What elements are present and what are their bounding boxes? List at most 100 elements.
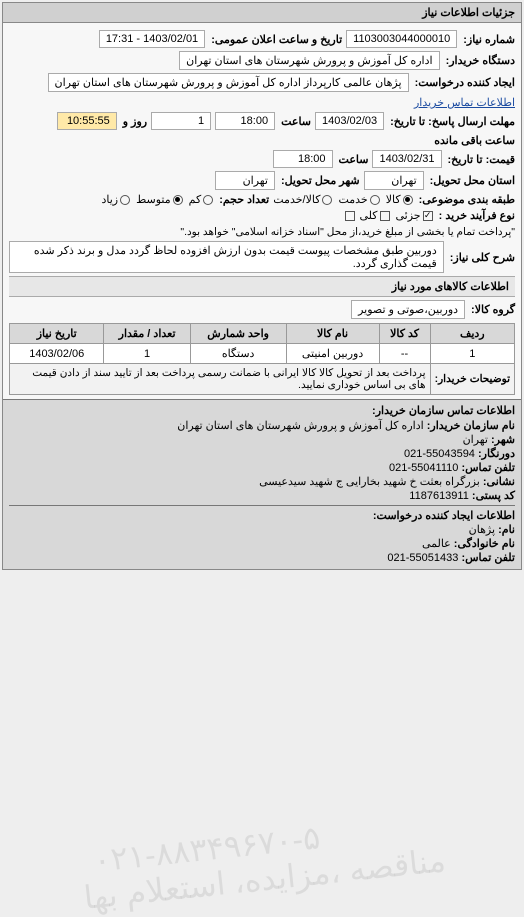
group-value: دوربین،صوتی و تصویر — [351, 300, 465, 319]
contact-phone2-label: تلفن تماس: — [461, 552, 515, 564]
radio-icon — [370, 195, 380, 205]
radio-icon — [322, 195, 332, 205]
watermark-phone: ۰۲۱-۸۸۳۴۹۶۷۰-۵ — [92, 818, 322, 880]
quote-label: قیمت: تا تاریخ: — [448, 153, 515, 166]
quote-time: 18:00 — [273, 150, 333, 168]
buyer-value: اداره کل آموزش و پرورش شهرستان های استان… — [179, 51, 439, 70]
row-requester: ایجاد کننده درخواست: پژهان عالمی کارپردا… — [9, 73, 515, 109]
qty-radio-med[interactable]: متوسط — [136, 193, 183, 206]
quote-date: 1403/02/31 — [372, 150, 441, 168]
contact-addr-value: بزرگراه بعثت خ شهید بخارایی ج شهید سیدعی… — [259, 476, 480, 488]
proc-check-partial[interactable]: جزئی — [396, 209, 433, 222]
qty-opt-a: کم — [189, 193, 202, 206]
proc-opt-full: کلی — [359, 209, 377, 222]
row-quote: قیمت: تا تاریخ: 1403/02/31 ساعت 18:00 — [9, 150, 515, 168]
remaining-time-label: ساعت باقی مانده — [434, 134, 515, 147]
need-title-label: شرح کلی نیاز: — [450, 251, 515, 264]
radio-icon — [173, 195, 183, 205]
remaining-time: 10:55:55 — [57, 112, 117, 130]
table-row: 1 -- دوربین امنیتی دستگاه 1 1403/02/06 — [10, 344, 515, 364]
items-table: ردیف کد کالا نام کالا واحد شمارش تعداد /… — [9, 323, 515, 395]
radio-icon — [203, 195, 213, 205]
contact-org-label: نام سازمان خریدار: — [427, 420, 515, 432]
qty-radio-low[interactable]: کم — [189, 193, 214, 206]
contact-city-label: شهر: — [491, 434, 515, 446]
pack-radio-group: کالا خدمت کالا/خدمت — [273, 193, 412, 206]
contact-link[interactable]: اطلاعات تماس خریدار — [414, 96, 515, 109]
pack-label: طبقه بندی موضوعی: — [419, 193, 515, 206]
checkbox-icon — [423, 211, 433, 221]
td-name: دوربین امنیتی — [286, 344, 379, 364]
requester-label: ایجاد کننده درخواست: — [415, 76, 515, 89]
row-location: استان محل تحویل: تهران شهر محل تحویل: ته… — [9, 171, 515, 190]
radio-icon — [120, 195, 130, 205]
request-no-value: 1103003044000010 — [346, 30, 457, 48]
checkbox-icon — [380, 211, 390, 221]
panel-title: جزئیات اطلاعات نیاز — [3, 3, 521, 23]
proc-check-full[interactable]: کلی — [359, 209, 389, 222]
td-unit: دستگاه — [190, 344, 286, 364]
qty-opt-b: متوسط — [136, 193, 171, 206]
contact-addr-label: نشانی: — [483, 476, 515, 488]
items-header: اطلاعات کالاهای مورد نیاز — [9, 276, 515, 297]
th-idx: ردیف — [430, 324, 514, 344]
contact-header: اطلاعات تماس سازمان خریدار: — [9, 404, 515, 417]
details-panel: جزئیات اطلاعات نیاز شماره نیاز: 11030030… — [2, 2, 522, 570]
announce-label: تاریخ و ساعت اعلان عمومی: — [211, 33, 342, 46]
contact-org-value: اداره کل آموزش و پرورش شهرستان های استان… — [177, 420, 423, 432]
pack-opt-c: کالا/خدمت — [273, 193, 320, 206]
province-value: تهران — [364, 171, 424, 190]
pack-radio-khedmat[interactable]: خدمت — [338, 193, 379, 206]
proc-note-check[interactable] — [345, 211, 355, 221]
notes-label-cell: توضیحات خریدار: — [430, 364, 514, 395]
announce-value: 1403/02/01 - 17:31 — [99, 30, 205, 48]
th-qty: تعداد / مقدار — [104, 324, 190, 344]
contact-post-label: کد پستی: — [472, 490, 515, 502]
watermark-text: مناقصه ،مزایده، استعلام بها — [82, 841, 447, 917]
contact-sub-header: اطلاعات ایجاد کننده درخواست: — [9, 505, 515, 522]
request-no-label: شماره نیاز: — [463, 33, 515, 46]
contact-name-value: پژهان — [469, 524, 495, 536]
group-label: گروه کالا: — [471, 303, 515, 316]
contact-phone2: تلفن تماس: 55051433-021 — [9, 551, 515, 564]
row-deadline: مهلت ارسال پاسخ: تا تاریخ: 1403/02/03 سا… — [9, 112, 515, 147]
row-request-no: شماره نیاز: 1103003044000010 تاریخ و ساع… — [9, 30, 515, 48]
contact-post: کد پستی: 1187613911 — [9, 489, 515, 502]
pack-radio-both[interactable]: کالا/خدمت — [273, 193, 332, 206]
qty-radio-high[interactable]: زیاد — [101, 193, 130, 206]
buyer-label: دستگاه خریدار: — [446, 54, 515, 67]
need-title-value: دوربین طبق مشخصات پیوست قیمت بدون ارزش ا… — [9, 241, 444, 273]
proc-label: نوع فرآیند خرید : — [439, 209, 515, 222]
city-label: شهر محل تحویل: — [281, 174, 360, 187]
proc-note: "پرداخت تمام یا بخشی از مبلغ خرید،از محل… — [180, 226, 515, 238]
row-group: گروه کالا: دوربین،صوتی و تصویر — [9, 300, 515, 319]
pack-radio-kala[interactable]: کالا — [386, 193, 413, 206]
quote-time-label: ساعت — [339, 153, 369, 166]
contact-fam-value: عالمی — [422, 538, 451, 550]
checkbox-icon — [345, 211, 355, 221]
proc-check-group: جزئی کلی — [359, 209, 432, 222]
notes-value-cell: پرداخت بعد از تحویل کالا کالا ایرانی با … — [10, 364, 431, 395]
contact-fax: دورنگار: 55043594-021 — [9, 447, 515, 460]
requester-value: پژهان عالمی کارپرداز اداره کل آموزش و پر… — [48, 73, 409, 92]
deadline-reply-date: 1403/02/03 — [315, 112, 384, 130]
contact-section: ۰۲۱-۸۸۳۴۹۶۷۰-۵ مناقصه ،مزایده، استعلام ب… — [3, 399, 521, 569]
proc-opt-partial: جزئی — [396, 209, 421, 222]
remaining-days: 1 — [151, 112, 211, 130]
notes-row: توضیحات خریدار: پرداخت بعد از تحویل کالا… — [10, 364, 515, 395]
contact-name: نام: پژهان — [9, 523, 515, 536]
contact-org: نام سازمان خریدار: اداره کل آموزش و پرور… — [9, 419, 515, 432]
contact-fax-value: 55043594-021 — [404, 448, 475, 460]
td-qty: 1 — [104, 344, 190, 364]
contact-city: شهر: تهران — [9, 433, 515, 446]
deadline-reply-label: مهلت ارسال پاسخ: تا تاریخ: — [390, 115, 515, 128]
contact-post-value: 1187613911 — [409, 490, 469, 502]
qty-radio-group: کم متوسط زیاد — [101, 193, 213, 206]
contact-name-label: نام: — [498, 524, 515, 536]
contact-fam-label: نام خانوادگی: — [454, 538, 515, 550]
th-name: نام کالا — [286, 324, 379, 344]
contact-fax-label: دورنگار: — [478, 448, 515, 460]
qty-opt-c: زیاد — [101, 193, 118, 206]
pack-opt-a: کالا — [386, 193, 401, 206]
td-idx: 1 — [430, 344, 514, 364]
